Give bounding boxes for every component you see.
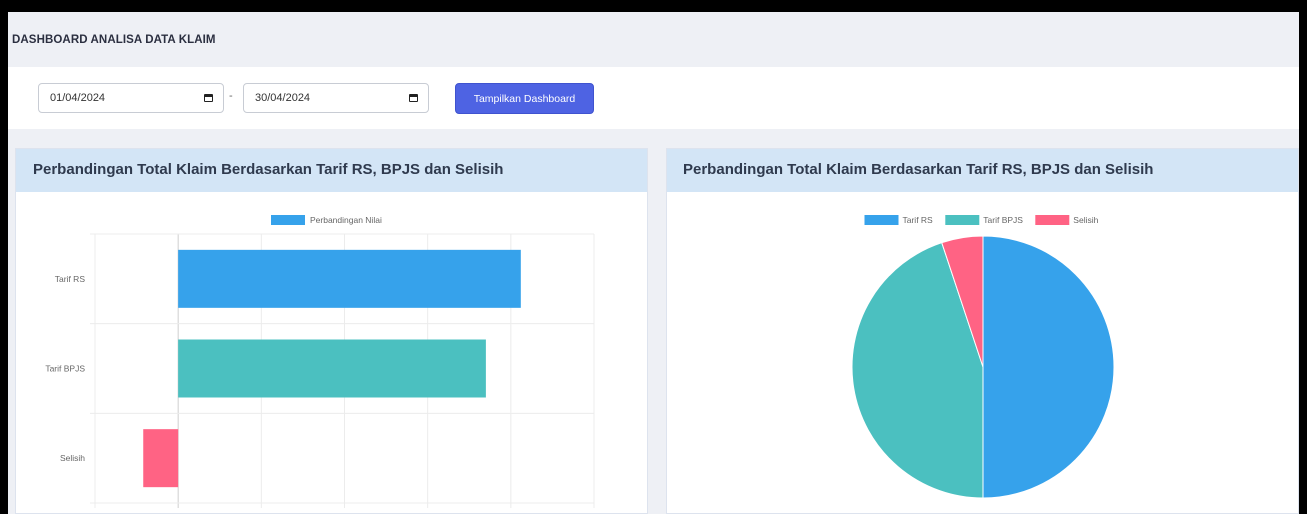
bar-chart: Perbandingan Nilai-5,000,000,00005,000,0… bbox=[45, 215, 624, 514]
bar-chart-card: Perbandingan Total Klaim Berdasarkan Tar… bbox=[15, 148, 648, 514]
end-date-input[interactable]: 30/04/2024 bbox=[243, 83, 429, 113]
end-date-value: 30/04/2024 bbox=[255, 92, 311, 104]
bar-tarif-rs bbox=[178, 249, 521, 308]
y-tick-label: Selisih bbox=[60, 453, 85, 463]
legend-label: Tarif BPJS bbox=[983, 215, 1023, 225]
pie-chart: Tarif RS Tarif BPJS Selisih bbox=[851, 215, 1115, 499]
start-date-input[interactable]: 01/04/2024 bbox=[38, 83, 224, 113]
page-title: DASHBOARD ANALISA DATA KLAIM bbox=[12, 34, 216, 46]
bar-card-title: Perbandingan Total Klaim Berdasarkan Tar… bbox=[33, 161, 504, 178]
legend-swatch bbox=[945, 215, 980, 225]
calendar-icon[interactable] bbox=[204, 94, 213, 102]
legend-label: Perbandingan Nilai bbox=[310, 215, 382, 225]
date-filter-bar: 01/04/2024 - 30/04/2024 Tampilkan Dashbo… bbox=[8, 67, 1299, 129]
dashboard-frame: DASHBOARD ANALISA DATA KLAIM 01/04/2024 … bbox=[8, 12, 1299, 514]
pie-chart-card: Perbandingan Total Klaim Berdasarkan Tar… bbox=[666, 148, 1299, 514]
legend-swatch bbox=[1035, 215, 1070, 225]
legend-label: Tarif RS bbox=[903, 215, 934, 225]
pie-slice-tarif-rs bbox=[982, 235, 1115, 499]
y-tick-label: Tarif BPJS bbox=[45, 364, 85, 374]
legend-swatch bbox=[271, 215, 305, 225]
bar-card-header: Perbandingan Total Klaim Berdasarkan Tar… bbox=[16, 149, 647, 192]
legend-swatch bbox=[864, 215, 899, 225]
header-bar: DASHBOARD ANALISA DATA KLAIM bbox=[8, 12, 1299, 67]
bar-selisih bbox=[143, 429, 179, 488]
pie-card-title: Perbandingan Total Klaim Berdasarkan Tar… bbox=[683, 161, 1154, 178]
y-tick-label: Tarif RS bbox=[55, 274, 86, 284]
legend-label: Selisih bbox=[1073, 215, 1098, 225]
show-dashboard-button[interactable]: Tampilkan Dashboard bbox=[455, 83, 594, 114]
date-separator: - bbox=[229, 90, 233, 102]
bar-tarif-bpjs bbox=[178, 339, 486, 398]
calendar-icon[interactable] bbox=[409, 94, 418, 102]
pie-card-header: Perbandingan Total Klaim Berdasarkan Tar… bbox=[667, 149, 1298, 192]
start-date-value: 01/04/2024 bbox=[50, 92, 106, 104]
